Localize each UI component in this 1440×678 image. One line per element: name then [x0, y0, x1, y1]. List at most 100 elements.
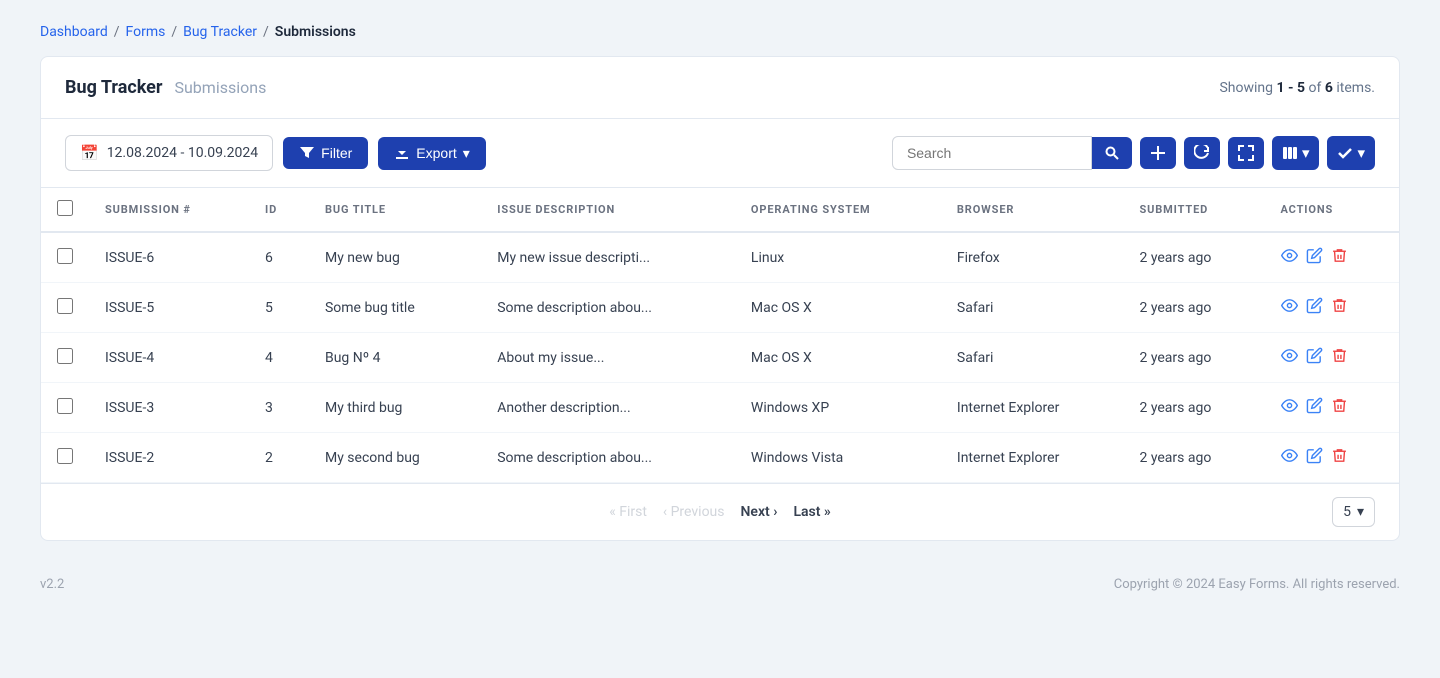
- row-submission: ISSUE-2: [89, 433, 249, 483]
- row-bug-title: Some bug title: [309, 283, 481, 333]
- table-header-row: SUBMISSION # ID BUG TITLE ISSUE DESCRIPT…: [41, 188, 1399, 232]
- row-actions: [1265, 433, 1400, 483]
- breadcrumb-forms[interactable]: Forms: [126, 24, 166, 40]
- breadcrumb: Dashboard / Forms / Bug Tracker / Submis…: [40, 0, 1400, 56]
- th-checkbox: [41, 188, 89, 232]
- search-button[interactable]: [1092, 137, 1132, 169]
- row-os: Windows XP: [735, 383, 941, 433]
- edit-button-2[interactable]: [1306, 347, 1323, 368]
- table-body: ISSUE-6 6 My new bug My new issue descri…: [41, 232, 1399, 483]
- row-checkbox-cell: [41, 433, 89, 483]
- delete-button-3[interactable]: [1331, 397, 1348, 418]
- export-label: Export: [416, 145, 456, 161]
- meta-prefix: Showing: [1219, 80, 1273, 96]
- row-id: 6: [249, 232, 309, 283]
- row-issue-description: Some description abou...: [481, 433, 735, 483]
- date-range-picker[interactable]: 📅 12.08.2024 - 10.09.2024: [65, 135, 273, 171]
- row-actions: [1265, 383, 1400, 433]
- row-submitted: 2 years ago: [1123, 383, 1264, 433]
- confirm-button[interactable]: ▾: [1327, 136, 1375, 170]
- breadcrumb-sep-3: /: [263, 24, 269, 40]
- filter-label: Filter: [321, 145, 352, 161]
- row-checkbox-cell: [41, 383, 89, 433]
- row-checkbox-4[interactable]: [57, 448, 73, 464]
- meta-total: 6: [1325, 80, 1333, 96]
- edit-button-3[interactable]: [1306, 397, 1323, 418]
- search-icon: [1104, 145, 1120, 161]
- card-header-left: Bug Tracker Submissions: [65, 77, 266, 98]
- pagination-next[interactable]: Next ›: [735, 500, 784, 524]
- view-button-3[interactable]: [1281, 397, 1298, 418]
- expand-button[interactable]: [1228, 137, 1264, 169]
- add-button[interactable]: [1140, 137, 1176, 169]
- meta-suffix: items.: [1336, 80, 1375, 96]
- row-browser: Internet Explorer: [941, 383, 1124, 433]
- row-bug-title: My third bug: [309, 383, 481, 433]
- view-button-2[interactable]: [1281, 347, 1298, 368]
- view-button-1[interactable]: [1281, 297, 1298, 318]
- search-input[interactable]: [892, 136, 1092, 170]
- edit-button-1[interactable]: [1306, 297, 1323, 318]
- submissions-table: SUBMISSION # ID BUG TITLE ISSUE DESCRIPT…: [41, 188, 1399, 483]
- columns-button[interactable]: ▾: [1272, 136, 1320, 170]
- row-checkbox-2[interactable]: [57, 348, 73, 364]
- refresh-icon: [1194, 145, 1210, 161]
- action-buttons-4: [1281, 447, 1384, 468]
- delete-button-0[interactable]: [1331, 247, 1348, 268]
- row-issue-description: About my issue...: [481, 333, 735, 383]
- delete-button-1[interactable]: [1331, 297, 1348, 318]
- row-issue-description: Another description...: [481, 383, 735, 433]
- breadcrumb-bugtracker[interactable]: Bug Tracker: [183, 24, 257, 40]
- table-row: ISSUE-4 4 Bug Nº 4 About my issue... Mac…: [41, 333, 1399, 383]
- breadcrumb-dashboard[interactable]: Dashboard: [40, 24, 108, 40]
- export-button[interactable]: Export ▾: [378, 137, 486, 170]
- view-button-0[interactable]: [1281, 247, 1298, 268]
- action-buttons-2: [1281, 347, 1384, 368]
- row-checkbox-0[interactable]: [57, 248, 73, 264]
- edit-button-4[interactable]: [1306, 447, 1323, 468]
- select-all-checkbox[interactable]: [57, 200, 73, 216]
- row-os: Mac OS X: [735, 283, 941, 333]
- table-wrapper: SUBMISSION # ID BUG TITLE ISSUE DESCRIPT…: [41, 188, 1399, 483]
- row-submission: ISSUE-4: [89, 333, 249, 383]
- filter-button[interactable]: Filter: [283, 137, 368, 169]
- row-os: Mac OS X: [735, 333, 941, 383]
- view-button-4[interactable]: [1281, 447, 1298, 468]
- breadcrumb-sep-1: /: [114, 24, 120, 40]
- th-operating-system: OPERATING SYSTEM: [735, 188, 941, 232]
- export-icon: [394, 145, 410, 161]
- breadcrumb-current: Submissions: [275, 24, 356, 40]
- row-checkbox-3[interactable]: [57, 398, 73, 414]
- th-submitted: SUBMITTED: [1123, 188, 1264, 232]
- row-issue-description: Some description abou...: [481, 283, 735, 333]
- pagination-last[interactable]: Last »: [787, 500, 836, 524]
- row-submission: ISSUE-3: [89, 383, 249, 433]
- refresh-button[interactable]: [1184, 137, 1220, 169]
- copyright: Copyright © 2024 Easy Forms. All rights …: [1114, 577, 1400, 592]
- delete-button-4[interactable]: [1331, 447, 1348, 468]
- row-submitted: 2 years ago: [1123, 232, 1264, 283]
- edit-button-0[interactable]: [1306, 247, 1323, 268]
- pagination-prev[interactable]: ‹ Previous: [657, 500, 731, 524]
- table-row: ISSUE-6 6 My new bug My new issue descri…: [41, 232, 1399, 283]
- row-id: 5: [249, 283, 309, 333]
- row-bug-title: My second bug: [309, 433, 481, 483]
- per-page-selector[interactable]: 5 ▾: [1332, 497, 1375, 527]
- row-checkbox-1[interactable]: [57, 298, 73, 314]
- row-id: 4: [249, 333, 309, 383]
- th-submission: SUBMISSION #: [89, 188, 249, 232]
- th-id: ID: [249, 188, 309, 232]
- pagination-first[interactable]: « First: [603, 500, 653, 524]
- main-card: Bug Tracker Submissions Showing 1 - 5 of…: [40, 56, 1400, 541]
- row-actions: [1265, 283, 1400, 333]
- breadcrumb-sep-2: /: [171, 24, 177, 40]
- delete-button-2[interactable]: [1331, 347, 1348, 368]
- search-wrapper: [892, 136, 1132, 170]
- table-row: ISSUE-2 2 My second bug Some description…: [41, 433, 1399, 483]
- calendar-icon: 📅: [80, 144, 99, 162]
- date-range-value: 12.08.2024 - 10.09.2024: [107, 145, 258, 161]
- th-actions: ACTIONS: [1265, 188, 1400, 232]
- th-browser: BROWSER: [941, 188, 1124, 232]
- columns-icon: [1282, 145, 1298, 161]
- pagination-links: « First ‹ Previous Next › Last »: [603, 500, 837, 524]
